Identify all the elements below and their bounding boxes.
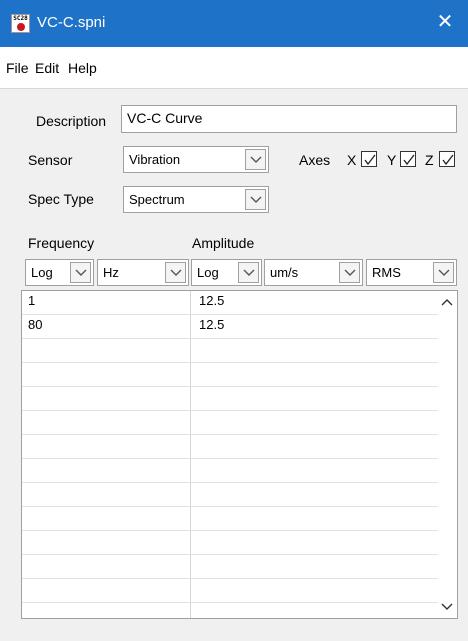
axis-x-label: X [347,152,357,168]
table-row[interactable] [22,531,438,555]
checkmark-icon [442,154,454,166]
amplitude-type-value: RMS [372,265,401,280]
table-row[interactable] [22,363,438,387]
sensor-value: Vibration [129,152,181,167]
checkmark-icon [364,154,376,166]
axis-y-checkbox[interactable] [400,151,416,167]
frequency-scale-value: Log [31,265,53,280]
spec-type-label: Spec Type [28,191,94,207]
frequency-scale-select[interactable]: Log [25,259,94,286]
description-field[interactable]: VC-C Curve [121,105,457,133]
title-bar: SC28 VC-C.spni ✕ [0,0,468,47]
table-row[interactable] [22,435,438,459]
amplitude-cell[interactable]: 12.5 [199,293,224,308]
frequency-cell[interactable]: 80 [28,317,42,332]
amplitude-cell[interactable]: 12.5 [199,317,224,332]
table-row[interactable] [22,579,438,603]
scroll-down-icon[interactable] [437,596,457,616]
amplitude-scale-select[interactable]: Log [191,259,262,286]
chevron-down-icon[interactable] [245,149,266,170]
chevron-down-icon[interactable] [339,262,360,283]
description-label: Description [36,113,107,129]
table-row[interactable] [22,339,438,363]
spec-type-select[interactable]: Spectrum [123,186,269,213]
chevron-down-icon[interactable] [70,262,91,283]
axis-x-checkbox[interactable] [361,151,377,167]
chevron-down-icon[interactable] [245,189,266,210]
axis-y-label: Y [387,152,397,168]
table-row[interactable] [22,507,438,531]
table-row[interactable] [22,411,438,435]
chevron-down-icon[interactable] [165,262,186,283]
menu-edit[interactable]: Edit [35,60,59,76]
table-row[interactable] [22,555,438,579]
window-title: VC-C.spni [37,14,106,31]
frequency-unit-select[interactable]: Hz [97,259,189,286]
chevron-down-icon[interactable] [238,262,259,283]
menu-bar: File Edit Help [0,47,468,88]
frequency-cell[interactable]: 1 [28,293,35,308]
spectrum-data-grid[interactable]: 1 12.5 80 12.5 [21,290,458,619]
axis-z-checkbox[interactable] [439,151,455,167]
axis-z-label: Z [425,152,434,168]
frequency-unit-value: Hz [103,265,119,280]
table-row[interactable]: 80 12.5 [22,315,438,339]
amplitude-type-select[interactable]: RMS [366,259,457,286]
amplitude-unit-select[interactable]: um/s [264,259,363,286]
frequency-header: Frequency [28,235,95,251]
close-icon: ✕ [436,11,454,33]
chevron-down-icon[interactable] [433,262,454,283]
amplitude-header: Amplitude [192,235,255,251]
close-button[interactable]: ✕ [422,0,468,47]
sensor-select[interactable]: Vibration [123,146,269,173]
axes-label: Axes [299,152,331,168]
spectrum-app-icon: SC28 [11,14,30,33]
sensor-label: Sensor [28,152,73,168]
table-row[interactable] [22,387,438,411]
checkmark-icon [403,154,415,166]
menu-file[interactable]: File [6,60,29,76]
amplitude-unit-value: um/s [270,265,299,280]
table-row[interactable] [22,459,438,483]
description-value: VC-C Curve [127,110,203,126]
spec-type-value: Spectrum [129,192,185,207]
menu-help[interactable]: Help [68,60,97,76]
app-icon-label: SC28 [13,15,28,22]
table-row[interactable] [22,483,438,507]
scroll-up-icon[interactable] [437,293,457,313]
amplitude-scale-value: Log [197,265,219,280]
table-row[interactable]: 1 12.5 [22,291,438,315]
